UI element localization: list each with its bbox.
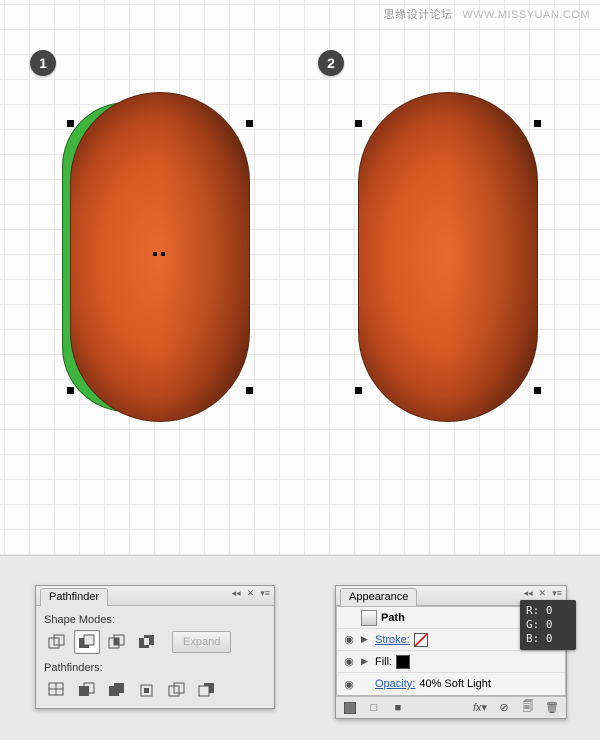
expand-button[interactable]: Expand <box>172 631 231 653</box>
watermark-url: WWW.MISSYUAN.COM <box>462 9 590 21</box>
trim-button[interactable] <box>74 678 100 702</box>
divide-button[interactable] <box>44 678 70 702</box>
panel-tabbar: Pathfinder ◂◂ ✕ ▾≡ <box>36 586 274 606</box>
crop-button[interactable] <box>134 678 160 702</box>
anchor-point[interactable] <box>355 387 362 394</box>
new-art-toggle-icon[interactable] <box>340 699 360 717</box>
pathfinders-label: Pathfinders: <box>44 662 266 674</box>
path-label: Path <box>381 612 405 624</box>
minus-back-button[interactable] <box>194 678 220 702</box>
shape-modes-label: Shape Modes: <box>44 614 266 626</box>
opacity-value: 40% Soft Light <box>419 678 491 690</box>
rgb-r: R: 0 <box>526 604 570 618</box>
pathfinders-row <box>44 678 266 702</box>
stroke-label[interactable]: Stroke: <box>375 634 410 646</box>
center-point[interactable] <box>153 252 157 256</box>
anchor-point[interactable] <box>246 387 253 394</box>
opacity-label[interactable]: Opacity: <box>375 678 415 690</box>
panel-collapse-icon[interactable]: ◂◂ <box>522 588 535 599</box>
clear-appearance-icon[interactable]: ⊘ <box>494 699 514 717</box>
visibility-eye-icon[interactable]: ◉ <box>341 655 357 668</box>
step-badge-1: 1 <box>30 50 56 76</box>
capsule-shade <box>448 93 537 421</box>
delete-item-icon[interactable]: 🗑 <box>542 699 562 717</box>
anchor-point[interactable] <box>534 120 541 127</box>
exclude-button[interactable] <box>134 630 160 654</box>
orange-capsule <box>358 92 538 422</box>
stroke-swatch[interactable] <box>414 633 428 647</box>
pathfinder-panel: Pathfinder ◂◂ ✕ ▾≡ Shape Modes: Expand P… <box>35 585 275 709</box>
rgb-tooltip: R: 0 G: 0 B: 0 <box>520 600 576 650</box>
panel-collapse-icon[interactable]: ◂◂ <box>230 588 243 599</box>
disclosure-triangle-icon[interactable]: ▶ <box>361 634 371 645</box>
appearance-opacity-row[interactable]: ◉ Opacity: 40% Soft Light <box>337 673 565 695</box>
anchor-point[interactable] <box>67 120 74 127</box>
anchor-point[interactable] <box>67 387 74 394</box>
disclosure-triangle-icon[interactable]: ▶ <box>361 656 371 667</box>
anchor-point[interactable] <box>534 387 541 394</box>
anchor-point[interactable] <box>246 120 253 127</box>
rgb-g: G: 0 <box>526 618 570 632</box>
appearance-fill-row[interactable]: ◉ ▶ Fill: <box>337 651 565 673</box>
visibility-eye-icon[interactable]: ◉ <box>341 678 357 691</box>
pathfinder-tab[interactable]: Pathfinder <box>40 588 108 606</box>
panel-close-icon[interactable]: ✕ <box>245 588 257 599</box>
minus-front-button[interactable] <box>74 630 100 654</box>
shape-step-1[interactable] <box>70 92 250 422</box>
visibility-eye-icon[interactable]: ◉ <box>341 633 357 646</box>
center-point[interactable] <box>161 252 165 256</box>
fill-label: Fill: <box>375 656 392 668</box>
canvas: 思缘设计论坛 WWW.MISSYUAN.COM 1 2 <box>0 0 600 555</box>
watermark: 思缘设计论坛 WWW.MISSYUAN.COM <box>384 6 590 22</box>
duplicate-item-icon[interactable]: 🗐 <box>518 699 538 717</box>
outline-button[interactable] <box>164 678 190 702</box>
watermark-cn: 思缘设计论坛 <box>384 9 453 21</box>
merge-button[interactable] <box>104 678 130 702</box>
panel-menu-icon[interactable]: ▾≡ <box>258 588 272 599</box>
add-stroke-icon[interactable]: □ <box>364 699 384 717</box>
shape-step-2[interactable] <box>358 92 538 422</box>
shape-modes-row: Expand <box>44 630 266 654</box>
capsule-shade <box>160 93 249 421</box>
step-badge-2: 2 <box>318 50 344 76</box>
orange-capsule <box>70 92 250 422</box>
intersect-button[interactable] <box>104 630 130 654</box>
appearance-footer: □ ■ fx▾ ⊘ 🗐 🗑 <box>336 696 566 718</box>
unite-button[interactable] <box>44 630 70 654</box>
fill-swatch[interactable] <box>396 655 410 669</box>
panel-close-icon[interactable]: ✕ <box>537 588 549 599</box>
anchor-point[interactable] <box>355 120 362 127</box>
path-thumb-icon <box>361 610 377 626</box>
panel-menu-icon[interactable]: ▾≡ <box>550 588 564 599</box>
add-fill-icon[interactable]: ■ <box>388 699 408 717</box>
add-effect-icon[interactable]: fx▾ <box>470 699 490 717</box>
appearance-tab[interactable]: Appearance <box>340 588 417 606</box>
rgb-b: B: 0 <box>526 632 570 646</box>
